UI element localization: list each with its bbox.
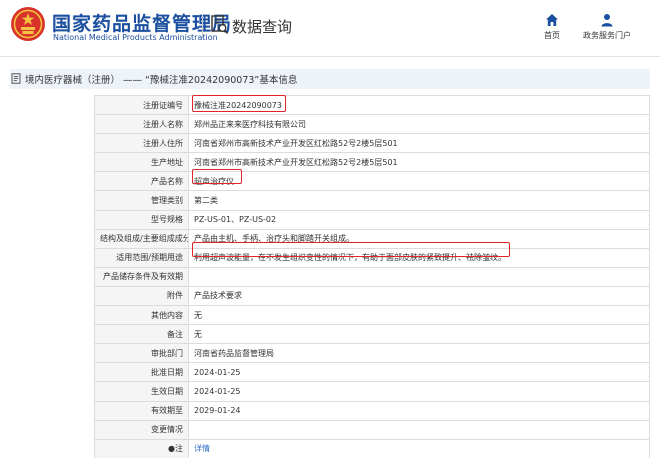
row-value: 无 — [188, 305, 650, 326]
row-label: 备注 — [94, 324, 189, 345]
details-link[interactable]: 详情 — [194, 444, 210, 453]
row-label: 产品储存条件及有效期 — [94, 266, 189, 287]
row-value: 详情 — [188, 438, 650, 458]
data-query-title: 数据查询 — [232, 18, 293, 36]
row-label: 变更情况 — [94, 419, 189, 440]
record-detail-table: 注册证编号 豫械注准20242090073 注册人名称 郑州品正来来医疗科技有限公司… — [94, 94, 650, 458]
row-label: 生效日期 — [94, 381, 189, 402]
table-row: 有效期至 2029-01-24 — [94, 400, 650, 421]
document-search-icon — [211, 15, 229, 34]
table-row: 适用范围/预期用途 利用超声波能量，在不发生组织变性的情况下，有助于面部皮肤的紧致… — [94, 247, 650, 268]
row-label: 有效期至 — [94, 400, 189, 421]
row-label: 型号规格 — [94, 209, 189, 230]
table-row: 其他内容无 — [94, 305, 650, 326]
row-value: 2024-01-25 — [188, 362, 650, 383]
row-value: 河南省郑州市高新技术产业开发区红松路52号2楼5层501 — [188, 152, 650, 173]
row-label: 其他内容 — [94, 305, 189, 326]
row-value: PZ-US-01、PZ-US-02 — [188, 209, 650, 230]
row-label: 结构及组成/主要组成成分 — [94, 228, 189, 249]
nav-portal-button[interactable]: 政务服务门户 — [580, 13, 634, 43]
table-row: 注册人名称 郑州品正来来医疗科技有限公司 — [94, 114, 650, 135]
row-label: 适用范围/预期用途 — [94, 247, 189, 268]
row-value: 河南省郑州市高新技术产业开发区红松路52号2楼5层501 — [188, 133, 650, 154]
row-value: 豫械注准20242090073 — [188, 94, 650, 116]
nav-portal-label: 政务服务门户 — [583, 31, 631, 40]
row-label: 注册人住所 — [94, 133, 189, 154]
row-value: 第二类 — [188, 190, 650, 211]
row-label: 注册证编号 — [94, 94, 189, 116]
row-value: 郑州品正来来医疗科技有限公司 — [188, 114, 650, 135]
table-row: 生产地址 河南省郑州市高新技术产业开发区红松路52号2楼5层501 — [94, 152, 650, 173]
row-value: 河南省药品监督管理局 — [188, 343, 650, 364]
nav-home-label: 首页 — [544, 31, 560, 40]
record-category: 境内医疗器械（注册） — [25, 75, 121, 86]
table-row: 型号规格 PZ-US-01、PZ-US-02 — [94, 209, 650, 230]
row-label: 注册人名称 — [94, 114, 189, 135]
record-number: “豫械注准20242090073” — [145, 75, 260, 86]
org-name-cn: 国家药品监督管理局 — [52, 13, 233, 35]
org-name-en: National Medical Products Administration — [53, 33, 218, 42]
nav-home-button[interactable]: 首页 — [535, 13, 569, 43]
record-suffix: 基本信息 — [259, 75, 298, 86]
row-value: 利用超声波能量，在不发生组织变性的情况下，有助于面部皮肤的紧致提升、祛除皱纹。 — [188, 247, 650, 268]
row-value: 超声治疗仪 — [188, 171, 650, 192]
user-icon — [601, 14, 613, 27]
header-separator — [0, 56, 660, 57]
row-value: 2029-01-24 — [188, 400, 650, 421]
table-row: 附件 产品技术要求 — [94, 285, 650, 307]
table-row: 生效日期 2024-01-25 — [94, 381, 650, 402]
row-label: 审批部门 — [94, 343, 189, 364]
national-emblem-icon — [11, 7, 45, 41]
table-row: 变更情况 — [94, 419, 650, 440]
table-row: 产品储存条件及有效期 — [94, 266, 650, 287]
table-row: 批准日期 2024-01-25 — [94, 362, 650, 383]
title-separator: —— — [123, 75, 143, 86]
row-value: 产品由主机、手柄、治疗头和脚踏开关组成。 — [188, 228, 650, 249]
row-value: 2024-01-25 — [188, 381, 650, 402]
row-label: 管理类别 — [94, 190, 189, 211]
row-value: 产品技术要求 — [188, 285, 650, 307]
row-label: 批准日期 — [94, 362, 189, 383]
row-label: ●注 — [94, 438, 189, 458]
table-row: ●注 详情 — [94, 438, 650, 458]
table-row: 注册人住所 河南省郑州市高新技术产业开发区红松路52号2楼5层501 — [94, 133, 650, 154]
table-row: 产品名称 超声治疗仪 — [94, 171, 650, 192]
document-icon — [11, 73, 21, 84]
table-row: 审批部门 河南省药品监督管理局 — [94, 343, 650, 364]
home-icon — [546, 14, 558, 26]
row-label: 产品名称 — [94, 171, 189, 192]
record-title: 境内医疗器械（注册） —— “豫械注准20242090073”基本信息 — [25, 72, 297, 86]
row-value — [188, 419, 650, 440]
row-label: 附件 — [94, 285, 189, 307]
row-value: 无 — [188, 324, 650, 345]
row-value — [188, 266, 650, 287]
site-header: 国家药品监督管理局 National Medical Products Admi… — [0, 0, 660, 50]
table-row: 注册证编号 豫械注准20242090073 — [94, 94, 650, 116]
table-row: 管理类别 第二类 — [94, 190, 650, 211]
header-divider — [202, 14, 203, 38]
table-row: 备注无 — [94, 324, 650, 345]
table-row: 结构及组成/主要组成成分 产品由主机、手柄、治疗头和脚踏开关组成。 — [94, 228, 650, 249]
row-label: 生产地址 — [94, 152, 189, 173]
